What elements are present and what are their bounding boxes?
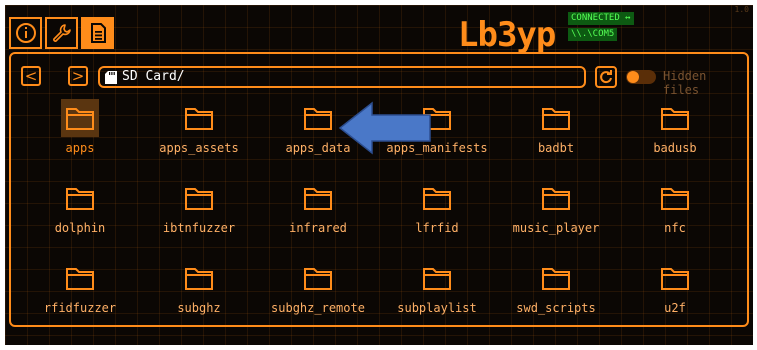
tab-info[interactable] — [9, 17, 42, 49]
hidden-files-toggle[interactable] — [626, 70, 656, 84]
folder-icon-wrap — [299, 99, 337, 137]
folder-item[interactable]: nfc — [616, 179, 734, 249]
folder-icon — [542, 188, 570, 210]
folder-label: infrared — [289, 221, 347, 235]
folder-label: music_player — [512, 221, 600, 235]
folder-label: swd_scripts — [516, 301, 596, 315]
folder-icon — [66, 188, 94, 210]
folder-icon — [304, 188, 332, 210]
connection-status: CONNECTED ↔ — [568, 12, 634, 25]
folder-label: apps — [65, 141, 95, 155]
folder-icon-wrap — [61, 99, 99, 137]
folder-item[interactable]: badbt — [497, 99, 615, 169]
app-window: Lb3yp CONNECTED ↔ \\.\COM5 1.0 < > SD Ca… — [5, 5, 753, 345]
folder-icon-wrap — [537, 259, 575, 297]
tab-tools[interactable] — [45, 17, 78, 49]
app-logo: Lb3yp — [458, 15, 556, 55]
folder-label: nfc — [664, 221, 686, 235]
folder-item[interactable]: rfidfuzzer — [21, 259, 139, 329]
folder-icon — [661, 108, 689, 130]
folder-icon-wrap — [656, 99, 694, 137]
path-bar[interactable]: SD Card/ — [98, 66, 586, 88]
folder-label: subplaylist — [397, 301, 477, 315]
folder-icon — [542, 108, 570, 130]
folder-icon — [185, 268, 213, 290]
folder-item[interactable]: swd_scripts — [497, 259, 615, 329]
folder-icon — [185, 188, 213, 210]
folder-item[interactable]: u2f — [616, 259, 734, 329]
tab-files[interactable] — [81, 17, 114, 49]
folder-icon-wrap — [656, 259, 694, 297]
folder-item[interactable]: music_player — [497, 179, 615, 249]
refresh-button[interactable] — [595, 66, 617, 88]
folder-label: ibtnfuzzer — [162, 221, 236, 235]
folder-icon-wrap — [299, 179, 337, 217]
folder-icon — [661, 268, 689, 290]
folder-icon-wrap — [418, 179, 456, 217]
folder-label: rfidfuzzer — [43, 301, 117, 315]
folder-icon-wrap — [537, 179, 575, 217]
file-browser-panel: < > SD Card/ Hidden files apps apps_asset… — [9, 52, 749, 327]
folder-icon — [304, 268, 332, 290]
port-status: \\.\COM5 — [568, 28, 618, 41]
current-path: SD Card/ — [122, 69, 185, 84]
folder-item[interactable]: apps_assets — [140, 99, 258, 169]
hidden-files-label: Hidden files — [663, 69, 707, 97]
folder-icon-wrap — [180, 99, 218, 137]
folder-icon — [66, 268, 94, 290]
refresh-icon — [600, 70, 612, 84]
folder-label: dolphin — [54, 221, 106, 235]
folder-icon — [542, 268, 570, 290]
back-button[interactable]: < — [21, 66, 41, 86]
folder-label: badusb — [653, 141, 697, 155]
folder-label: apps_assets — [159, 141, 239, 155]
folder-icon-wrap — [180, 179, 218, 217]
folder-item[interactable]: badusb — [616, 99, 734, 169]
folder-icon-wrap — [61, 259, 99, 297]
folder-label: lfrfid — [415, 221, 459, 235]
version-label: 1.0 — [734, 5, 749, 14]
folder-icon — [185, 108, 213, 130]
folder-item[interactable]: ibtnfuzzer — [140, 179, 258, 249]
folder-item[interactable]: subplaylist — [378, 259, 496, 329]
tab-bar — [9, 17, 114, 49]
folder-icon — [661, 188, 689, 210]
folder-item[interactable]: subghz — [140, 259, 258, 329]
annotation-arrow — [338, 101, 431, 155]
folder-label: u2f — [664, 301, 686, 315]
folder-item[interactable]: dolphin — [21, 179, 139, 249]
folder-icon-wrap — [537, 99, 575, 137]
folder-item[interactable]: infrared — [259, 179, 377, 249]
folder-icon — [423, 268, 451, 290]
folder-label: badbt — [537, 141, 575, 155]
folder-icon — [423, 188, 451, 210]
info-icon — [15, 23, 36, 43]
folder-icon-wrap — [418, 259, 456, 297]
folder-icon-wrap — [656, 179, 694, 217]
folder-item[interactable]: subghz_remote — [259, 259, 377, 329]
forward-button[interactable]: > — [68, 66, 88, 86]
file-icon — [90, 23, 106, 43]
folder-label: subghz_remote — [271, 301, 365, 315]
sd-card-icon — [105, 70, 117, 84]
toggle-knob — [627, 71, 639, 83]
folder-item[interactable]: apps — [21, 99, 139, 169]
folder-icon-wrap — [180, 259, 218, 297]
wrench-icon — [52, 24, 71, 42]
folder-icon — [304, 108, 332, 130]
folder-item[interactable]: lfrfid — [378, 179, 496, 249]
folder-icon-wrap — [61, 179, 99, 217]
folder-icon-wrap — [299, 259, 337, 297]
folder-label: subghz — [177, 301, 221, 315]
folder-icon — [66, 108, 94, 130]
